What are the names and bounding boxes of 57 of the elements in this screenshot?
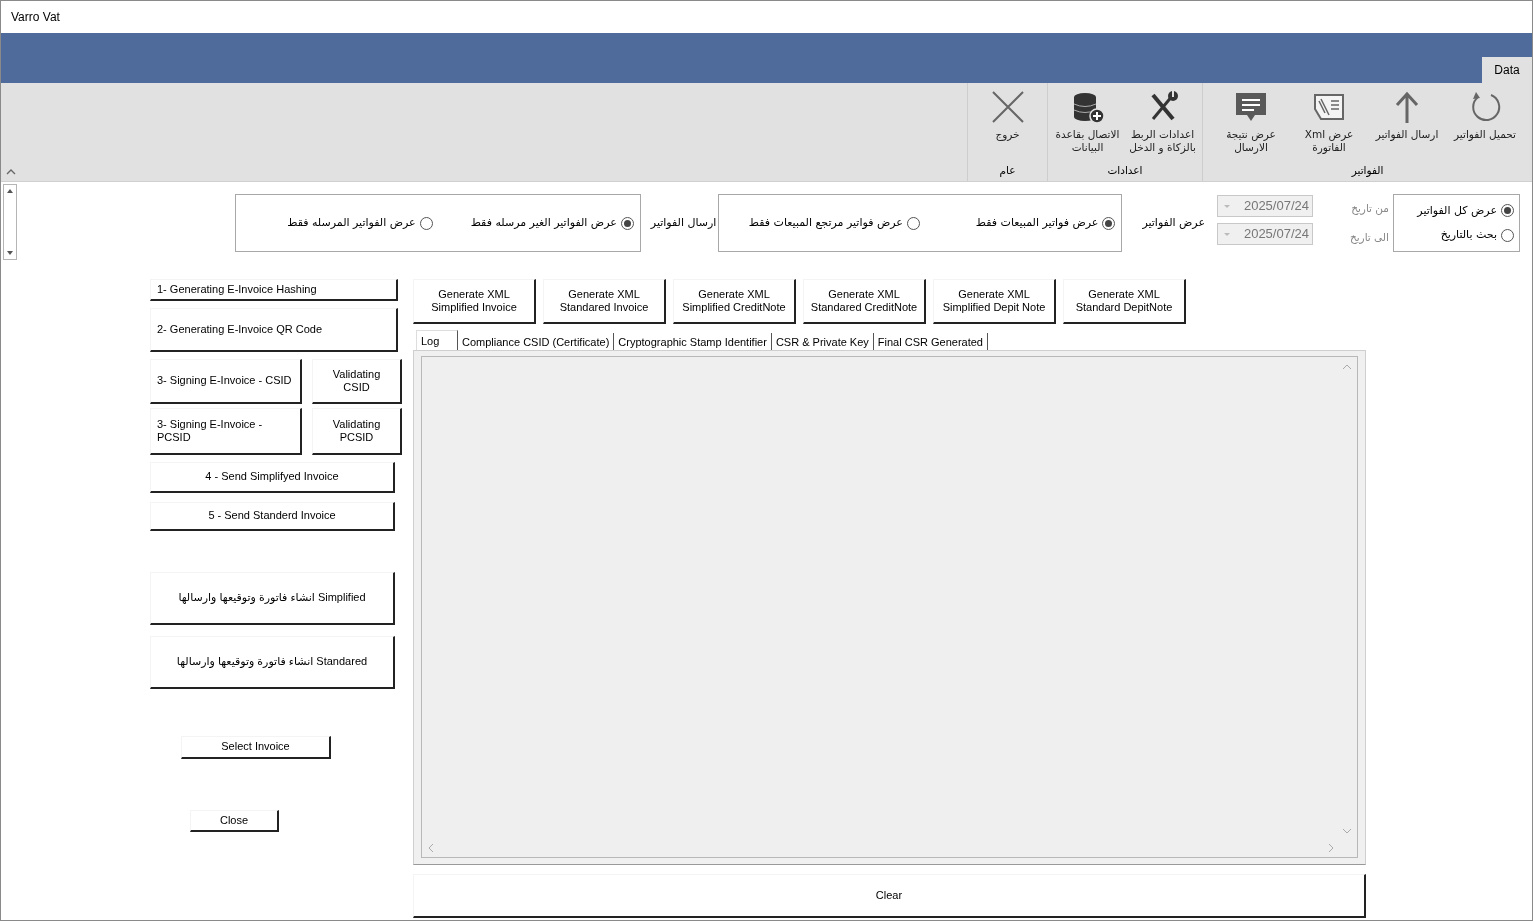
scrollbar[interactable] [3, 184, 17, 260]
generate-button[interactable]: Generate XML Standard DepitNote [1063, 279, 1186, 324]
ribbon-button[interactable]: عرض نتيجة الارسال [1212, 89, 1290, 164]
radio-button[interactable] [1102, 216, 1116, 230]
date-value: 2025/07/24 [1243, 225, 1309, 244]
generate-button[interactable]: Generate XML Standared CreditNote [803, 279, 926, 324]
action-button[interactable]: 5 - Send Standerd Invoice [150, 502, 395, 531]
ribbon-button[interactable]: خروج [970, 89, 1045, 164]
radio-option[interactable]: بحث بالتاريخ [1394, 227, 1514, 244]
ribbon-button[interactable]: الاتصال بقاعدة البيانات [1050, 89, 1125, 164]
radio-button[interactable] [419, 216, 433, 230]
radio-option[interactable]: عرض الفواتير الغير مرسله فقط [470, 214, 634, 232]
window-title: Varro Vat [11, 9, 60, 26]
close-icon [989, 89, 1026, 125]
ribbon-tab[interactable]: Data [1482, 57, 1532, 83]
radio-button[interactable] [1501, 204, 1514, 218]
clear-button[interactable]: Clear [413, 874, 1366, 918]
generate-button[interactable]: Generate XML Standared Invoice [543, 279, 666, 324]
ribbon-button[interactable]: ارسال الفواتير [1368, 89, 1446, 164]
action-button[interactable]: Close [190, 810, 279, 832]
action-button[interactable]: انشاء فاتورة وتوقيعها وارسالها Standared [150, 636, 395, 689]
date-label: من تاريخ [1350, 200, 1389, 217]
group-label: اعدادات [1106, 163, 1144, 179]
radio-label: عرض فواتير المبيعات فقط [975, 214, 1099, 231]
action-button[interactable]: 1- Generating E-Invoice Hashing [150, 279, 398, 301]
ribbon-button[interactable]: اعدادات الربط بالزكاة و الدخل [1125, 89, 1200, 164]
action-button[interactable]: Select Invoice [181, 736, 331, 759]
radio-button[interactable] [906, 216, 920, 230]
collapse-icon[interactable] [6, 168, 16, 175]
radio-label: عرض الفواتير الغير مرسله فقط [470, 214, 617, 231]
generate-button[interactable]: Generate XML Simplified Invoice [413, 279, 536, 324]
ribbon-button[interactable]: تحميل الفواتير [1446, 89, 1524, 164]
ribbon-button[interactable]: عرض Xml الفاتورة [1290, 89, 1368, 164]
group-label: عام [998, 163, 1017, 179]
radio-option[interactable]: عرض كل الفواتير [1394, 202, 1514, 219]
group-label: الفواتير [1350, 163, 1385, 179]
radio-label: عرض الفواتير المرسله فقط [287, 214, 416, 231]
filter-label: ارسال الفواتير [650, 214, 717, 231]
radio-label: بحث بالتاريخ [1440, 227, 1497, 243]
filter-label: عرض الفواتير [1142, 214, 1205, 231]
date-value: 2025/07/24 [1243, 197, 1309, 216]
action-button[interactable]: انشاء فاتورة وتوقيعها وارسالها Simplified [150, 572, 395, 625]
tab[interactable]: Log [416, 330, 458, 350]
generate-button[interactable]: Generate XML Simplified CreditNote [673, 279, 796, 324]
radio-option[interactable]: عرض فواتير المبيعات فقط [975, 214, 1116, 232]
radio-label: عرض كل الفواتير [1417, 202, 1497, 219]
radio-button[interactable] [1501, 228, 1514, 242]
radio-option[interactable]: عرض الفواتير المرسله فقط [287, 214, 433, 232]
action-button[interactable]: 4 - Send Simplifyed Invoice [150, 462, 395, 493]
action-button[interactable]: 3- Signing E-Invoice - PCSID [150, 408, 302, 455]
action-button[interactable]: Validating CSID [312, 359, 402, 404]
action-button[interactable]: 2- Generating E-Invoice QR Code [150, 308, 398, 352]
generate-button[interactable]: Generate XML Simplified Depit Note [933, 279, 1056, 324]
action-button[interactable]: Validating PCSID [312, 408, 402, 455]
radio-button[interactable] [620, 216, 634, 230]
date-label: الى تاريخ [1349, 229, 1389, 246]
action-button[interactable]: 3- Signing E-Invoice - CSID [150, 359, 302, 404]
